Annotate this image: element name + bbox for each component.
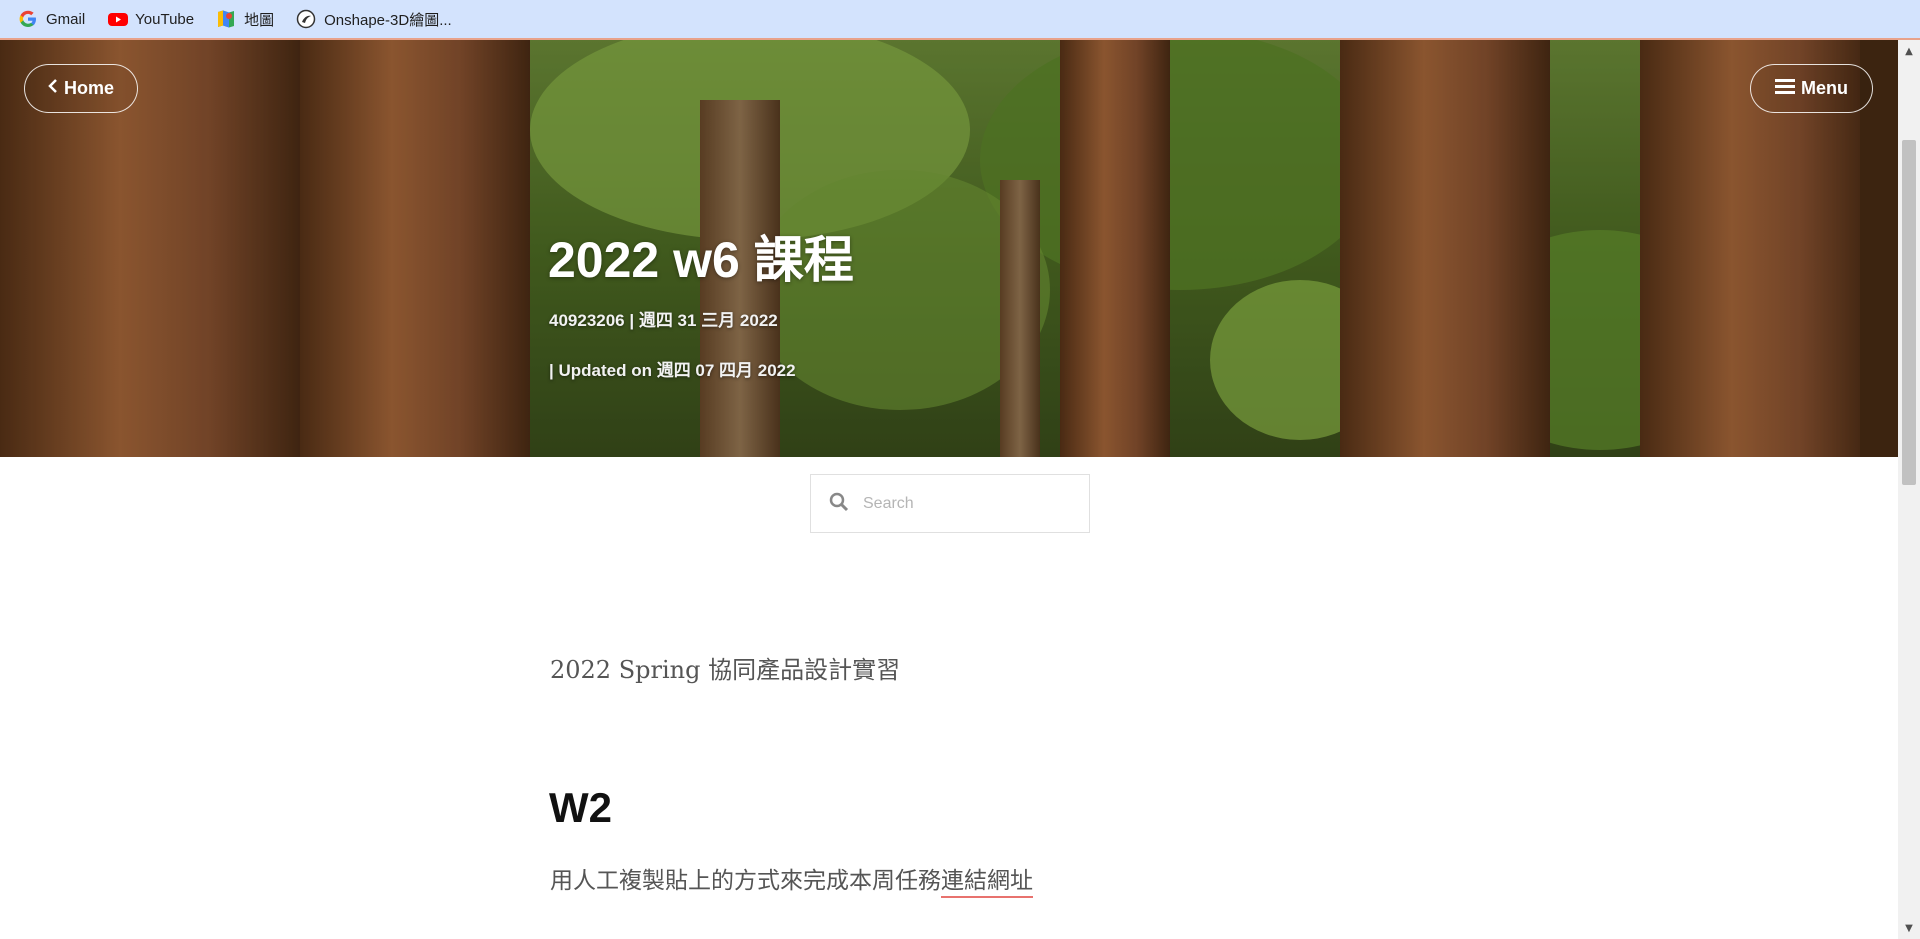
post-meta: 40923206 | 週四 31 三月 2022 xyxy=(549,311,778,330)
scrollbar[interactable]: ▲ ▼ xyxy=(1898,40,1920,939)
hero-banner: Home Menu 2022 w6 課程 40923206 | 週四 31 三月… xyxy=(0,40,1898,457)
intro-text: 2022 Spring 協同產品設計實習 xyxy=(550,656,901,684)
hamburger-icon xyxy=(1775,78,1795,99)
post-updated: | Updated on 週四 07 四月 2022 xyxy=(549,361,796,380)
bookmark-label: Gmail xyxy=(46,10,86,28)
bookmark-gmail[interactable]: Gmail xyxy=(18,9,85,29)
google-icon xyxy=(18,9,38,29)
maps-icon xyxy=(216,9,236,29)
section-heading: W2 xyxy=(549,784,612,831)
menu-button-label: Menu xyxy=(1801,78,1848,98)
youtube-icon xyxy=(107,9,129,29)
hero-overlay xyxy=(0,40,1898,457)
body-paragraph: 用人工複製貼上的方式來完成本周任務連結網址 xyxy=(550,861,1033,898)
post-title: 2022 w6 課程 xyxy=(548,232,854,288)
bookmark-maps[interactable]: 地圖 xyxy=(216,9,274,30)
body-text: 用人工複製貼上的方式來完成本周任務 xyxy=(550,868,941,894)
bookmark-label: 地圖 xyxy=(244,11,275,29)
onshape-icon xyxy=(296,9,316,29)
search-box xyxy=(810,474,1090,533)
search-icon xyxy=(829,492,849,516)
bookmark-label: Onshape-3D繪圖... xyxy=(324,11,452,29)
home-button[interactable]: Home xyxy=(24,64,138,113)
bookmark-youtube[interactable]: YouTube xyxy=(107,9,194,29)
home-button-label: Home xyxy=(63,78,114,98)
bookmarks-bar: Gmail YouTube 地圖 Onshape-3D繪圖... xyxy=(0,0,1920,40)
scroll-down-arrow-icon[interactable]: ▼ xyxy=(1898,919,1920,937)
scroll-up-arrow-icon[interactable]: ▲ xyxy=(1898,42,1920,60)
scroll-thumb[interactable] xyxy=(1902,140,1916,485)
chevron-left-icon xyxy=(48,78,58,99)
bookmark-onshape[interactable]: Onshape-3D繪圖... xyxy=(296,9,452,30)
search-input[interactable] xyxy=(863,494,1063,513)
bookmark-label: YouTube xyxy=(135,10,195,28)
task-link[interactable]: 連結網址 xyxy=(941,868,1033,898)
menu-button[interactable]: Menu xyxy=(1750,64,1873,113)
